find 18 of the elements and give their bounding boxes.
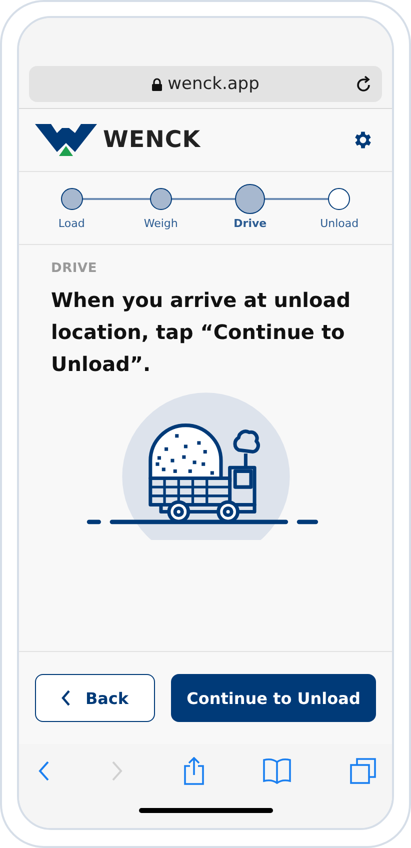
step-label: Weigh [144,217,178,230]
share-icon[interactable] [182,757,204,785]
step-label: Drive [234,217,267,230]
step-label: Load [58,217,85,230]
continue-button[interactable]: Continue to Unload [171,674,376,722]
back-button[interactable]: Back [35,674,155,722]
tabs-icon[interactable] [350,758,376,784]
instruction-text: When you arrive at unload location, tap “Continue to Unload”. [51,287,352,378]
brand-name: WENCK [103,127,201,153]
book-icon[interactable] [263,758,292,784]
back-icon[interactable] [37,760,51,782]
step-label: Unload [320,217,359,230]
logo-icon [35,124,97,156]
reload-icon[interactable] [356,75,372,93]
address-bar[interactable]: wenck.app [29,66,382,102]
chevron-left-icon [61,689,72,707]
step-heading: DRIVE [51,261,98,276]
address-text: wenck.app [168,74,260,94]
